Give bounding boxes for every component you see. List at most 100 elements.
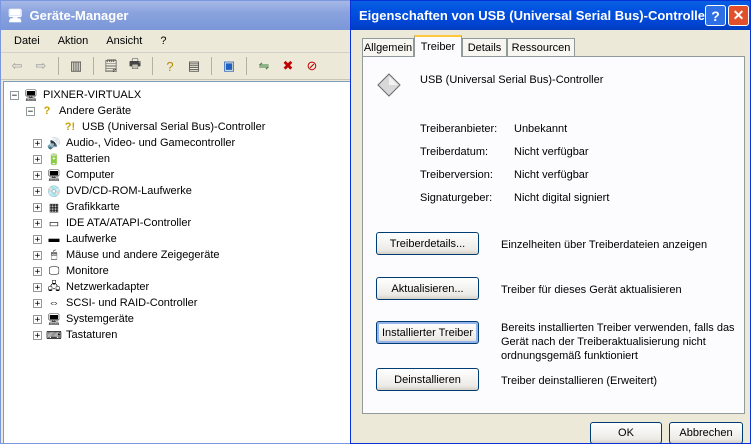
expand-icon[interactable]: + [33,266,42,276]
computer-icon: 🖥 [47,169,61,182]
tree-item-label: Audio-, Video- und Gamecontroller [66,137,236,149]
tree-item-label: IDE ATA/ATAPI-Controller [66,217,192,229]
tree-item-audio[interactable]: + 🔊 Audio-, Video- und Gamecontroller [33,135,235,151]
back-arrow-icon[interactable]: ⇦ [7,56,27,76]
help-icon: ? [711,7,720,24]
tree-root[interactable]: − 🖥 PIXNER-VIRTUALX [10,87,141,103]
toolbar-separator [58,57,59,75]
close-icon: ✕ [732,7,745,23]
driver-provider-value: Unbekannt [514,123,568,135]
expand-icon[interactable]: + [33,154,42,164]
tree-item-label: Laufwerke [66,233,117,245]
tree-root-label: PIXNER-VIRTUALX [43,89,142,101]
properties-titlebar[interactable]: Eigenschaften von USB (Universal Serial … [351,1,750,30]
driver-provider-label: Treiberanbieter: [420,123,498,135]
tab-ressourcen[interactable]: Ressourcen [507,38,575,56]
tree-item-tastaturen[interactable]: + ⌨ Tastaturen [33,327,117,343]
tab-allgemein[interactable]: Allgemein [362,38,414,56]
expand-icon[interactable]: + [33,234,42,244]
forward-arrow-icon[interactable]: ⇨ [31,56,51,76]
tree-item-monitore[interactable]: + 🖵 Monitore [33,263,109,279]
cancel-button[interactable]: Abbrechen [669,422,743,443]
tree-item-label: Mäuse und andere Zeigegeräte [66,249,220,261]
expand-icon[interactable]: + [33,170,42,180]
device-manager-window: 🖥 Geräte-Manager Datei Aktion Ansicht ? … [0,0,352,444]
speaker-icon: 🔊 [47,137,61,150]
tree-item-andere-geraete[interactable]: − ? Andere Geräte [26,103,131,119]
collapse-icon[interactable]: − [10,90,19,100]
tree-item-label: DVD/CD-ROM-Laufwerke [66,185,192,197]
expand-icon[interactable]: + [33,202,42,212]
tree-item-netzwerk[interactable]: + 🖧 Netzwerkadapter [33,279,149,295]
roll-back-description-line1: Bereits installierten Treiber verwenden,… [501,322,735,334]
uninstall-button[interactable]: Deinstallieren [376,368,479,391]
network-adapter-icon: 🖧 [47,280,61,293]
expand-icon[interactable]: + [33,314,42,324]
menu-bar: Datei Aktion Ansicht ? [1,30,351,53]
toolbar: ⇦ ⇨ ▥ 🗒 🖶 ? ▤ ▣ ⇋ ✖ ⊘ [1,53,351,80]
tree-item-laufwerke[interactable]: + ▬ Laufwerke [33,231,117,247]
tab-label: Treiber [420,41,456,53]
update-driver-button[interactable]: Aktualisieren... [376,277,479,300]
usb-device-icon [377,73,401,97]
menu-help[interactable]: ? [151,35,175,47]
close-button[interactable]: ✕ [728,5,749,26]
warning-icon: ?! [64,121,76,133]
tree-item-label: Tastaturen [66,329,118,341]
tree-item-dvd[interactable]: + 💿 DVD/CD-ROM-Laufwerke [33,183,192,199]
help-button[interactable]: ? [705,5,726,26]
tab-label: Ressourcen [511,41,571,54]
expand-icon[interactable]: + [33,282,42,292]
expand-icon[interactable]: + [33,138,42,148]
tree-item-label: Computer [66,169,115,181]
tree-item-ide[interactable]: + ▭ IDE ATA/ATAPI-Controller [33,215,191,231]
disc-icon: 💿 [47,185,61,198]
update-driver-description: Treiber für dieses Gerät aktualisieren [501,284,682,296]
disable-device-icon[interactable]: ⊘ [302,56,322,76]
update-driver-icon[interactable]: ⇋ [254,56,274,76]
system-device-icon: 🖥 [47,313,61,326]
show-hide-tree-icon[interactable]: ▥ [66,56,86,76]
tree-item-grafikkarte[interactable]: + ▦ Grafikkarte [33,199,120,215]
device-manager-titlebar[interactable]: 🖥 Geräte-Manager [1,1,351,30]
expand-icon[interactable]: + [33,218,42,228]
tree-item-label: USB (Universal Serial Bus)-Controller [82,121,266,133]
tree-item-label: Andere Geräte [59,105,132,117]
ok-button[interactable]: OK [590,422,662,443]
scan-hardware-icon[interactable]: ▣ [219,56,239,76]
expand-icon[interactable]: + [33,330,42,340]
collapse-icon[interactable]: − [26,106,35,116]
tab-label: Details [467,41,502,54]
view-icon[interactable]: ▤ [184,56,204,76]
menu-ansicht[interactable]: Ansicht [97,35,151,47]
driver-version-value: Nicht verfügbar [514,169,589,181]
driver-date-label: Treiberdatum: [420,146,489,158]
tree-item-systemgeraete[interactable]: + 🖥 Systemgeräte [33,311,134,327]
menu-datei[interactable]: Datei [5,35,49,47]
driver-details-button[interactable]: Treiberdetails... [376,232,479,255]
uninstall-icon[interactable]: ✖ [278,56,298,76]
properties-icon[interactable]: 🗒 [101,56,121,76]
tab-treiber[interactable]: Treiber [414,35,462,57]
expand-icon[interactable]: + [33,250,42,260]
print-icon[interactable]: 🖶 [125,56,145,76]
tab-details[interactable]: Details [462,38,507,56]
tree-item-label: Netzwerkadapter [66,281,150,293]
tree-item-maeuse[interactable]: + 🖱 Mäuse und andere Zeigegeräte [33,247,220,263]
expand-icon[interactable]: + [33,298,42,308]
driver-details-description: Einzelheiten über Treiberdateien anzeige… [501,239,708,251]
drive-icon: ▬ [48,233,60,245]
tree-item-scsi[interactable]: + ⇔ SCSI- und RAID-Controller [33,295,197,311]
tree-item-computer[interactable]: + 🖥 Computer [33,167,114,183]
keyboard-icon: ⌨ [46,329,62,342]
menu-aktion[interactable]: Aktion [49,35,98,47]
help-icon[interactable]: ? [160,56,180,76]
roll-back-driver-button[interactable]: Installierter Treiber [376,321,479,344]
tree-item-batterien[interactable]: + 🔋 Batterien [33,151,110,167]
tab-label: Allgemein [363,41,413,54]
tree-item-usb-controller[interactable]: ?! USB (Universal Serial Bus)-Controller [62,119,266,135]
expand-icon[interactable]: + [33,186,42,196]
computer-icon: 🖥 [7,7,24,23]
device-tree: − 🖥 PIXNER-VIRTUALX − ? Andere Geräte ?!… [3,81,351,443]
tree-item-label: Systemgeräte [66,313,134,325]
